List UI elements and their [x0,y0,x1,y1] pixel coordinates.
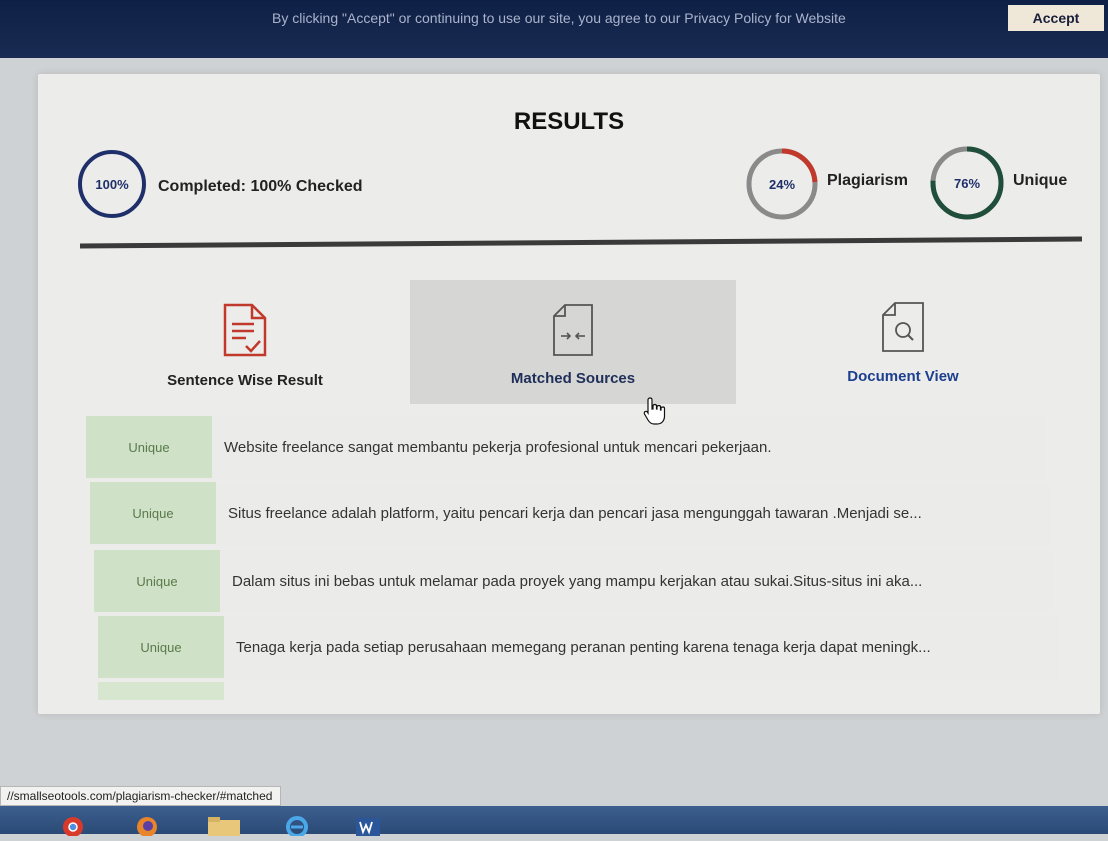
tab-document-view[interactable]: Document View [740,280,1066,404]
firefox-icon[interactable] [132,814,162,837]
results-title: RESULTS [513,108,625,135]
tab-label: Document View [847,368,959,385]
compare-document-icon [551,302,595,363]
plagiarism-progress-ring: 24% [744,146,820,222]
sentence-text: Dalam situs ini bebas untuk melamar pada… [232,572,923,590]
checklist-document-icon [222,302,268,363]
internet-explorer-icon[interactable] [282,814,312,838]
chrome-icon[interactable] [58,814,88,837]
sentence-text: Tenaga kerja pada setiap perusahaan meme… [236,638,931,656]
sentence-text: Situs freelance adalah platform, yaitu p… [228,504,922,522]
search-document-icon [880,300,926,359]
sentence-row[interactable]: Unique Dalam situs ini bebas untuk melam… [94,550,1054,614]
completed-progress-ring: 100% [76,148,148,220]
unique-percent: 76% [953,175,981,191]
partial-row-stub [98,682,224,700]
sentence-row[interactable]: Unique Situs freelance adalah platform, … [90,482,1050,546]
unique-status-badge: Unique [86,416,212,478]
results-card: RESULTS 100% Completed: 100% Checked 24%… [38,74,1100,714]
results-divider [79,236,1083,249]
unique-progress-ring: 76% [928,144,1006,222]
plagiarism-label: Plagiarism [827,172,908,189]
tab-label: Sentence Wise Result [167,372,323,389]
sentence-row[interactable]: Unique Website freelance sangat membantu… [86,416,1046,480]
windows-taskbar [0,806,1108,838]
file-explorer-icon[interactable] [206,814,240,836]
completed-label: Completed: 100% Checked [158,178,363,195]
tab-sentence-wise-result[interactable]: Sentence Wise Result [82,280,408,404]
plagiarism-percent: 24% [768,176,796,192]
word-icon[interactable] [354,814,384,836]
tab-label: Matched Sources [510,370,636,387]
unique-status-badge: Unique [98,616,224,678]
status-bar-url: //smallseotools.com/plagiarism-checker/#… [0,786,282,806]
sentence-row[interactable]: Unique Tenaga kerja pada setiap perusaha… [98,616,1058,680]
unique-status-badge: Unique [94,550,220,612]
tab-matched-sources[interactable]: Matched Sources [410,280,736,404]
cookie-banner-text: By clicking "Accept" or continuing to us… [272,10,846,26]
unique-label: Unique [1013,172,1068,189]
unique-status-badge: Unique [90,482,216,544]
sentence-text: Website freelance sangat membantu pekerj… [224,438,772,456]
hand-pointer-cursor-icon [642,396,668,431]
accept-cookies-button[interactable]: Accept [1008,5,1104,31]
completed-percent: 100% [95,176,129,192]
cookie-banner: By clicking "Accept" or continuing to us… [0,0,1108,58]
